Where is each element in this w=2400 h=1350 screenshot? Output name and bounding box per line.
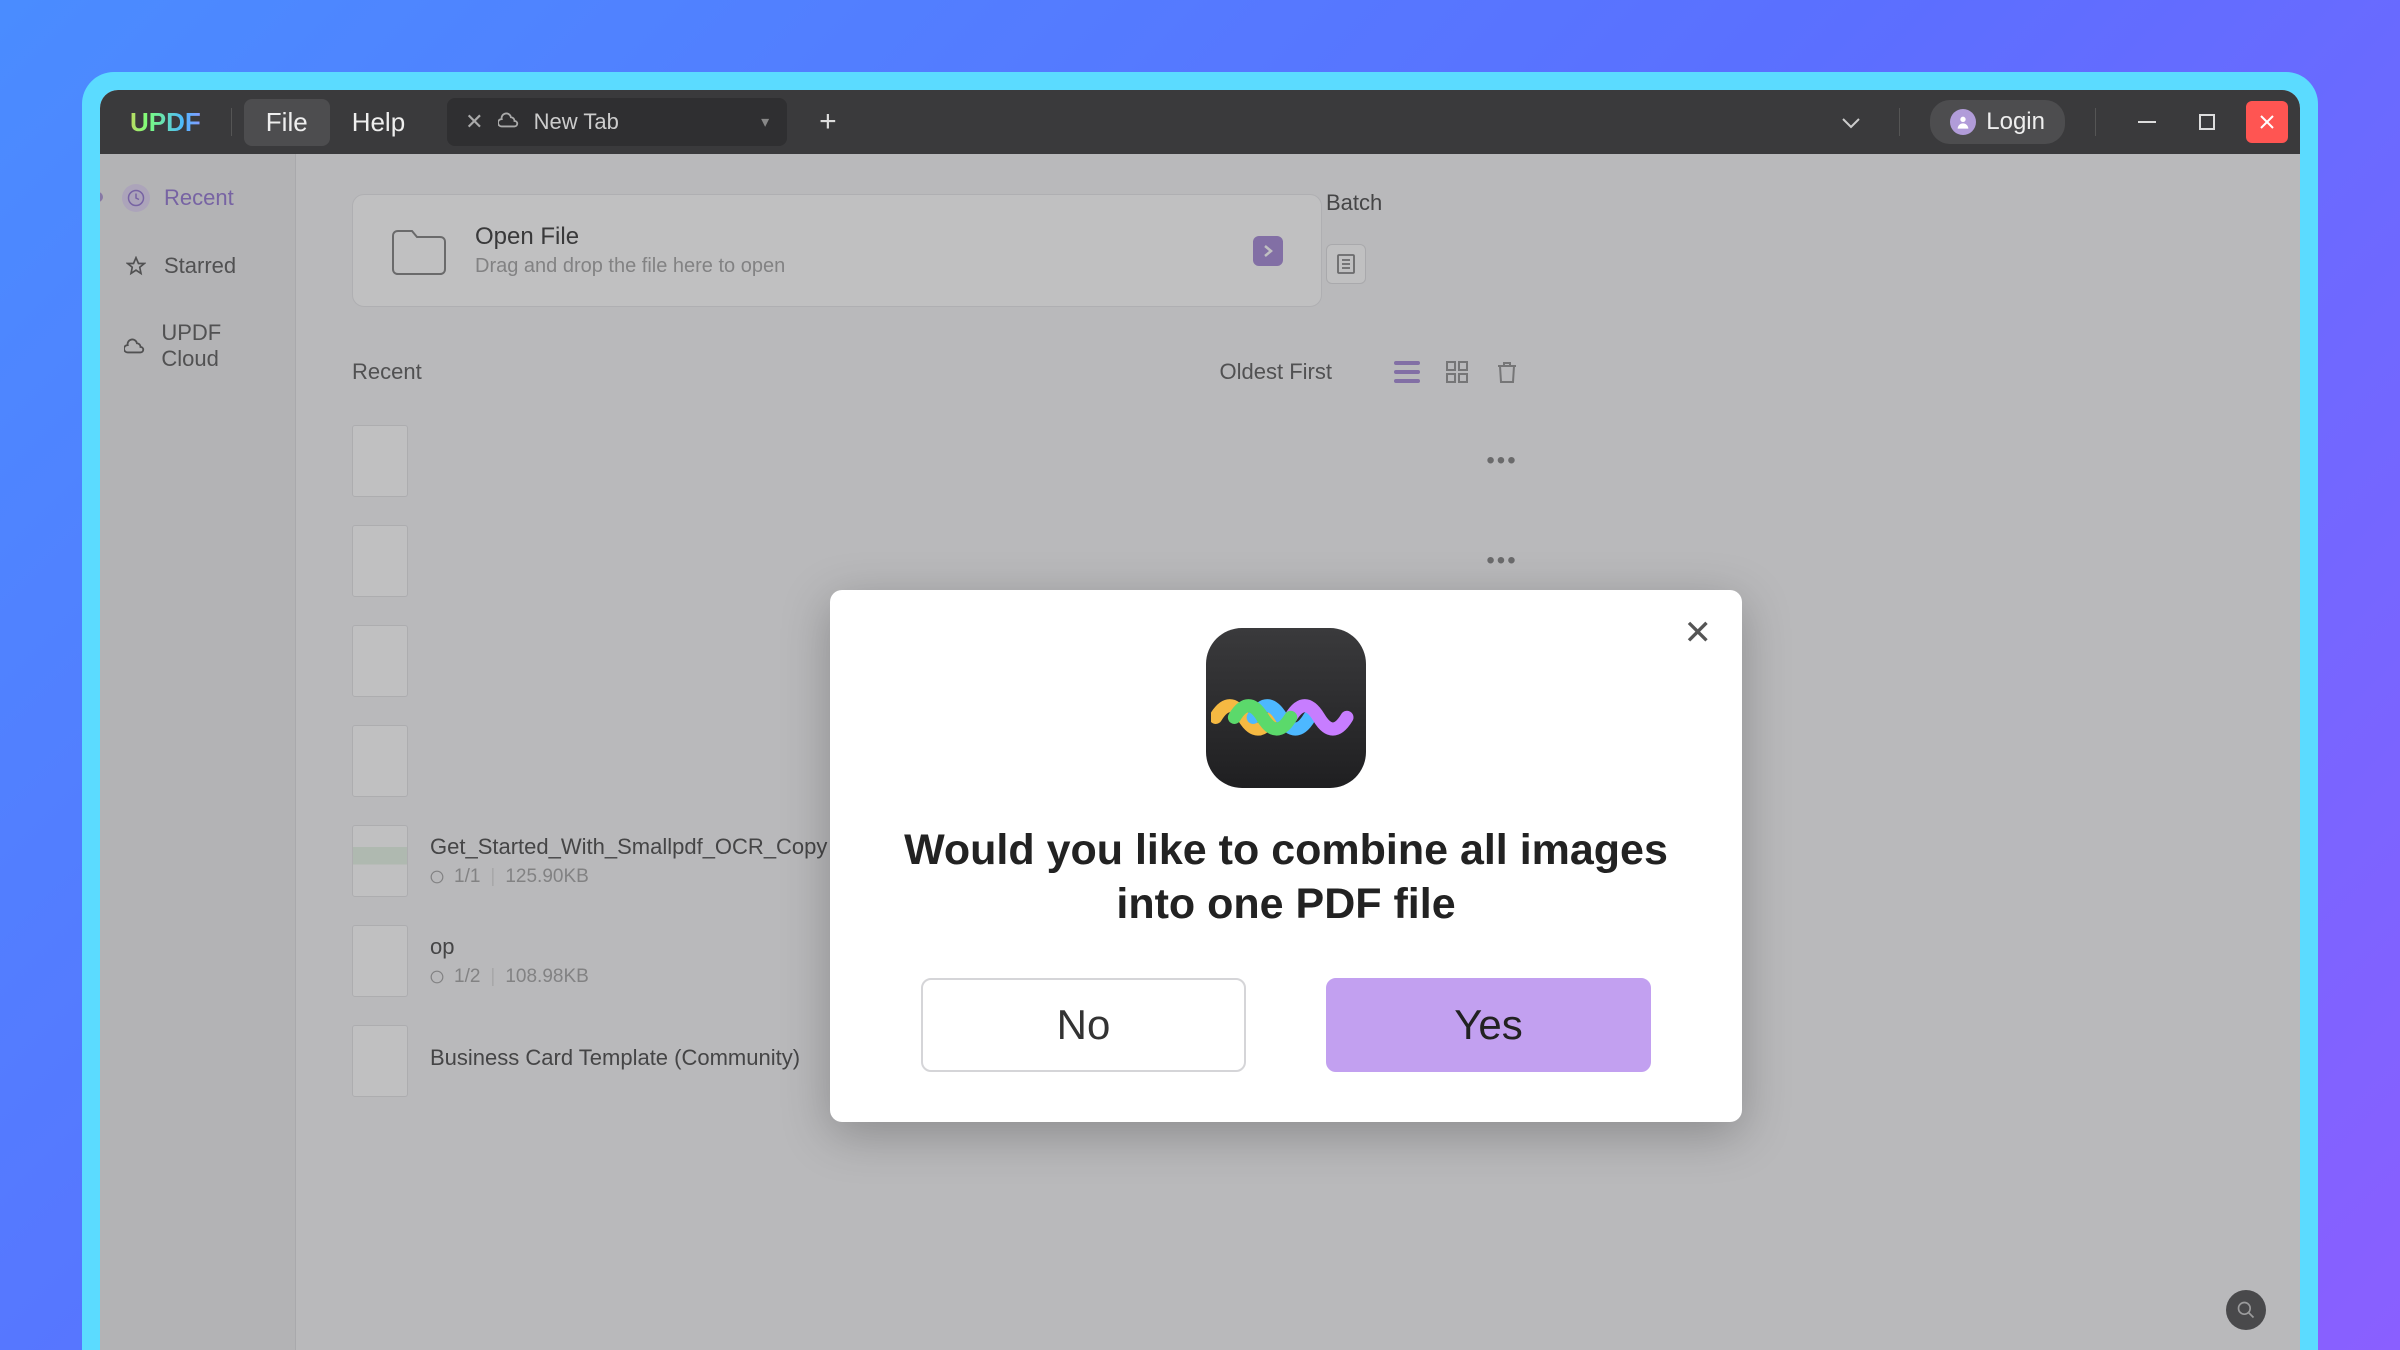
- combine-modal: ✕ Would you like to combine all images i…: [830, 590, 1742, 1122]
- minimize-button[interactable]: [2126, 101, 2168, 143]
- login-label: Login: [1986, 108, 2045, 136]
- app-icon: [1206, 628, 1366, 788]
- new-tab-button[interactable]: +: [807, 101, 849, 143]
- divider: [2095, 108, 2096, 136]
- divider: [231, 108, 232, 136]
- maximize-button[interactable]: [2186, 101, 2228, 143]
- no-button[interactable]: No: [921, 978, 1246, 1072]
- tabs-overflow-icon[interactable]: [1833, 101, 1869, 143]
- divider: [1899, 108, 1900, 136]
- cloud-icon: [498, 109, 520, 135]
- app-logo: UPDF: [112, 107, 219, 138]
- tab-label: New Tab: [534, 109, 619, 135]
- modal-close-button[interactable]: ✕: [1684, 616, 1713, 650]
- login-button[interactable]: Login: [1930, 100, 2065, 144]
- close-tab-icon[interactable]: ✕: [465, 109, 483, 135]
- close-window-button[interactable]: [2246, 101, 2288, 143]
- tab-new[interactable]: ✕ New Tab ▾: [447, 98, 787, 146]
- yes-button[interactable]: Yes: [1326, 978, 1651, 1072]
- tab-dropdown-icon[interactable]: ▾: [761, 112, 769, 132]
- user-icon: [1950, 109, 1976, 135]
- titlebar: UPDF File Help ✕ New Tab ▾ +: [100, 90, 2300, 154]
- menu-file[interactable]: File: [244, 99, 330, 146]
- modal-message: Would you like to combine all images int…: [880, 824, 1692, 932]
- menu-help[interactable]: Help: [330, 99, 427, 146]
